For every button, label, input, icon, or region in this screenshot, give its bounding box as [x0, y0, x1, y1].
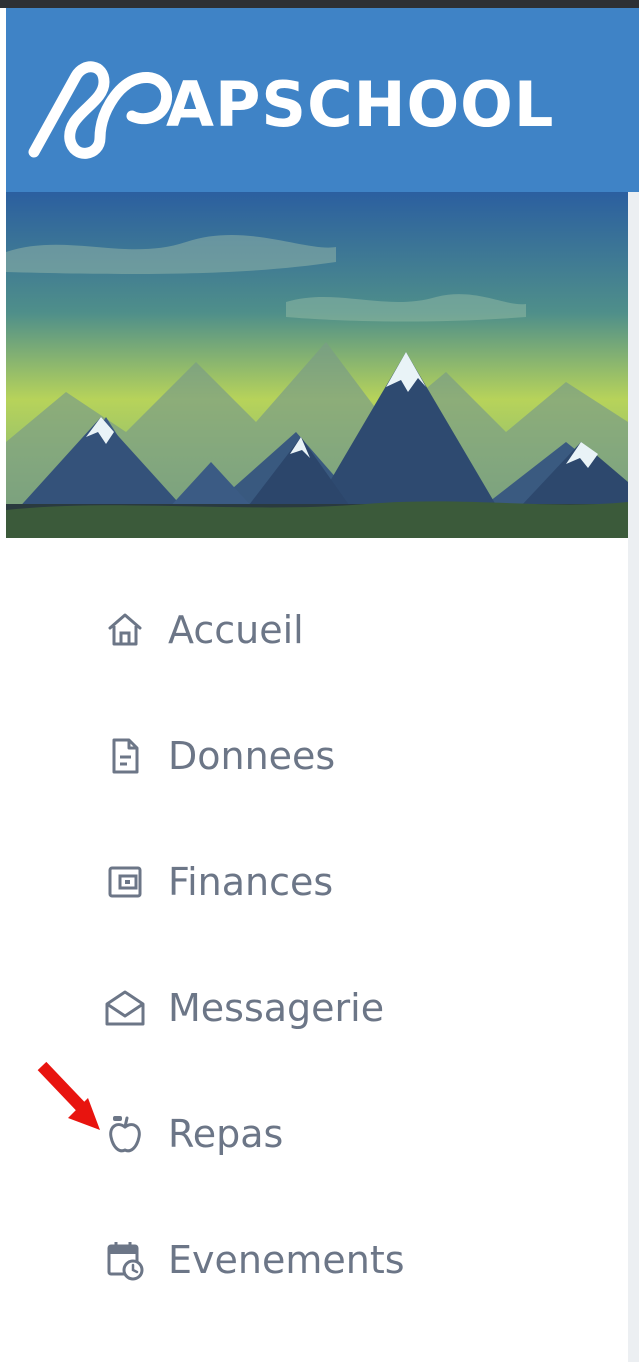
sidebar-item-finances[interactable]: Finances [102, 852, 562, 912]
content-gutter [628, 192, 639, 1362]
red-arrow-icon [37, 1061, 100, 1130]
banner-image [6, 192, 628, 538]
sidebar-menu: Accueil Donnees Finances Messagerie Repa… [6, 538, 628, 1362]
top-strip [0, 0, 639, 8]
header: APSCHOOL [6, 8, 639, 192]
sidebar-item-label: Finances [168, 860, 334, 904]
home-icon [102, 607, 148, 653]
sidebar-item-label: Repas [168, 1112, 284, 1156]
sidebar-item-label: Donnees [168, 734, 336, 778]
app-window: APSCHOOL Accueil Donnees Finances Messag… [0, 0, 639, 1362]
logo-icon [28, 61, 173, 159]
sidebar-item-evenements[interactable]: Evenements [102, 1230, 562, 1290]
sidebar-item-label: Messagerie [168, 986, 385, 1030]
wallet-icon [102, 859, 148, 905]
mountain-landscape [6, 192, 628, 538]
calendar-clock-icon [102, 1237, 148, 1283]
sidebar-item-messagerie[interactable]: Messagerie [102, 978, 562, 1038]
sidebar-item-label: Evenements [168, 1238, 405, 1282]
brand-name[interactable]: APSCHOOL [166, 74, 554, 136]
envelope-open-icon [102, 985, 148, 1031]
sidebar-item-repas[interactable]: Repas [102, 1104, 562, 1164]
sidebar-item-label: Accueil [168, 608, 304, 652]
sidebar-item-donnees[interactable]: Donnees [102, 726, 562, 786]
sidebar-item-accueil[interactable]: Accueil [102, 600, 562, 660]
document-icon [102, 733, 148, 779]
